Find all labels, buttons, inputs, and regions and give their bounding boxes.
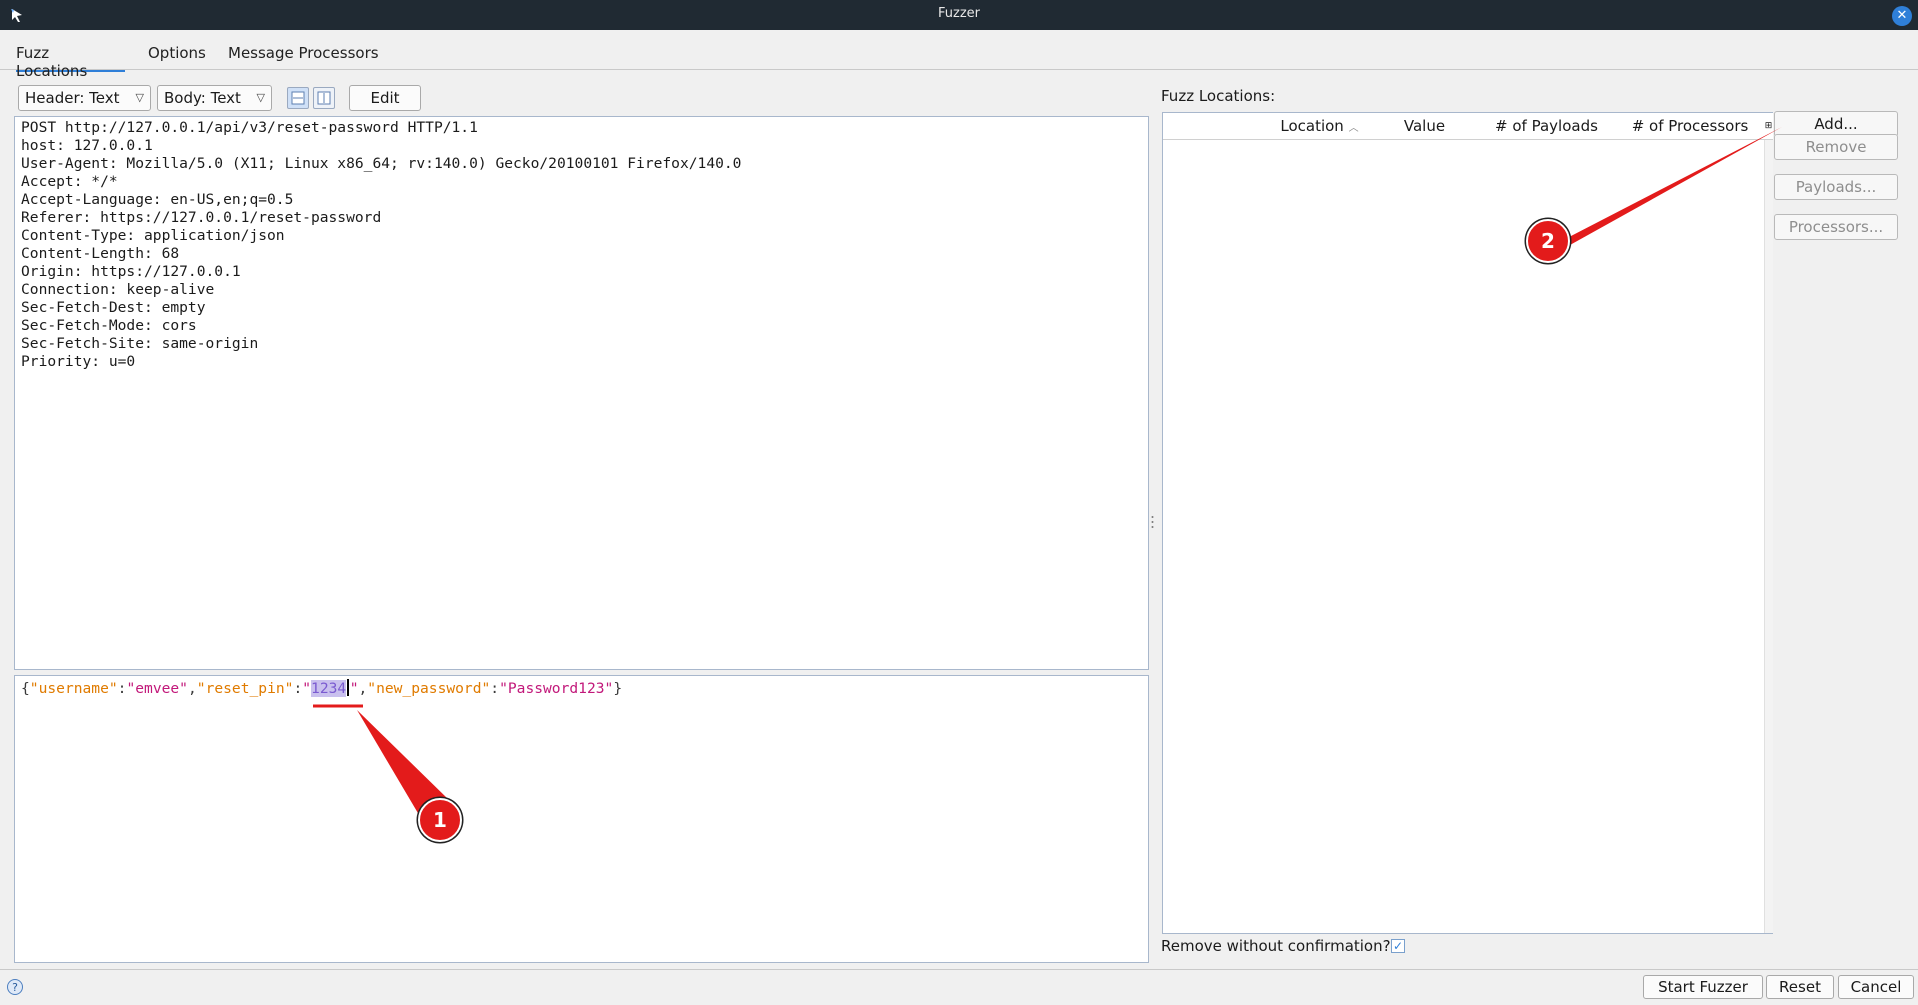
callout-pointer-2 [1561, 127, 1782, 250]
callout-number: 2 [1541, 229, 1555, 253]
annotation-overlay [313, 127, 1782, 825]
callout-badge-1: 1 [418, 798, 462, 842]
callout-number: 1 [433, 808, 447, 832]
callout-badge-2: 2 [1526, 219, 1570, 263]
